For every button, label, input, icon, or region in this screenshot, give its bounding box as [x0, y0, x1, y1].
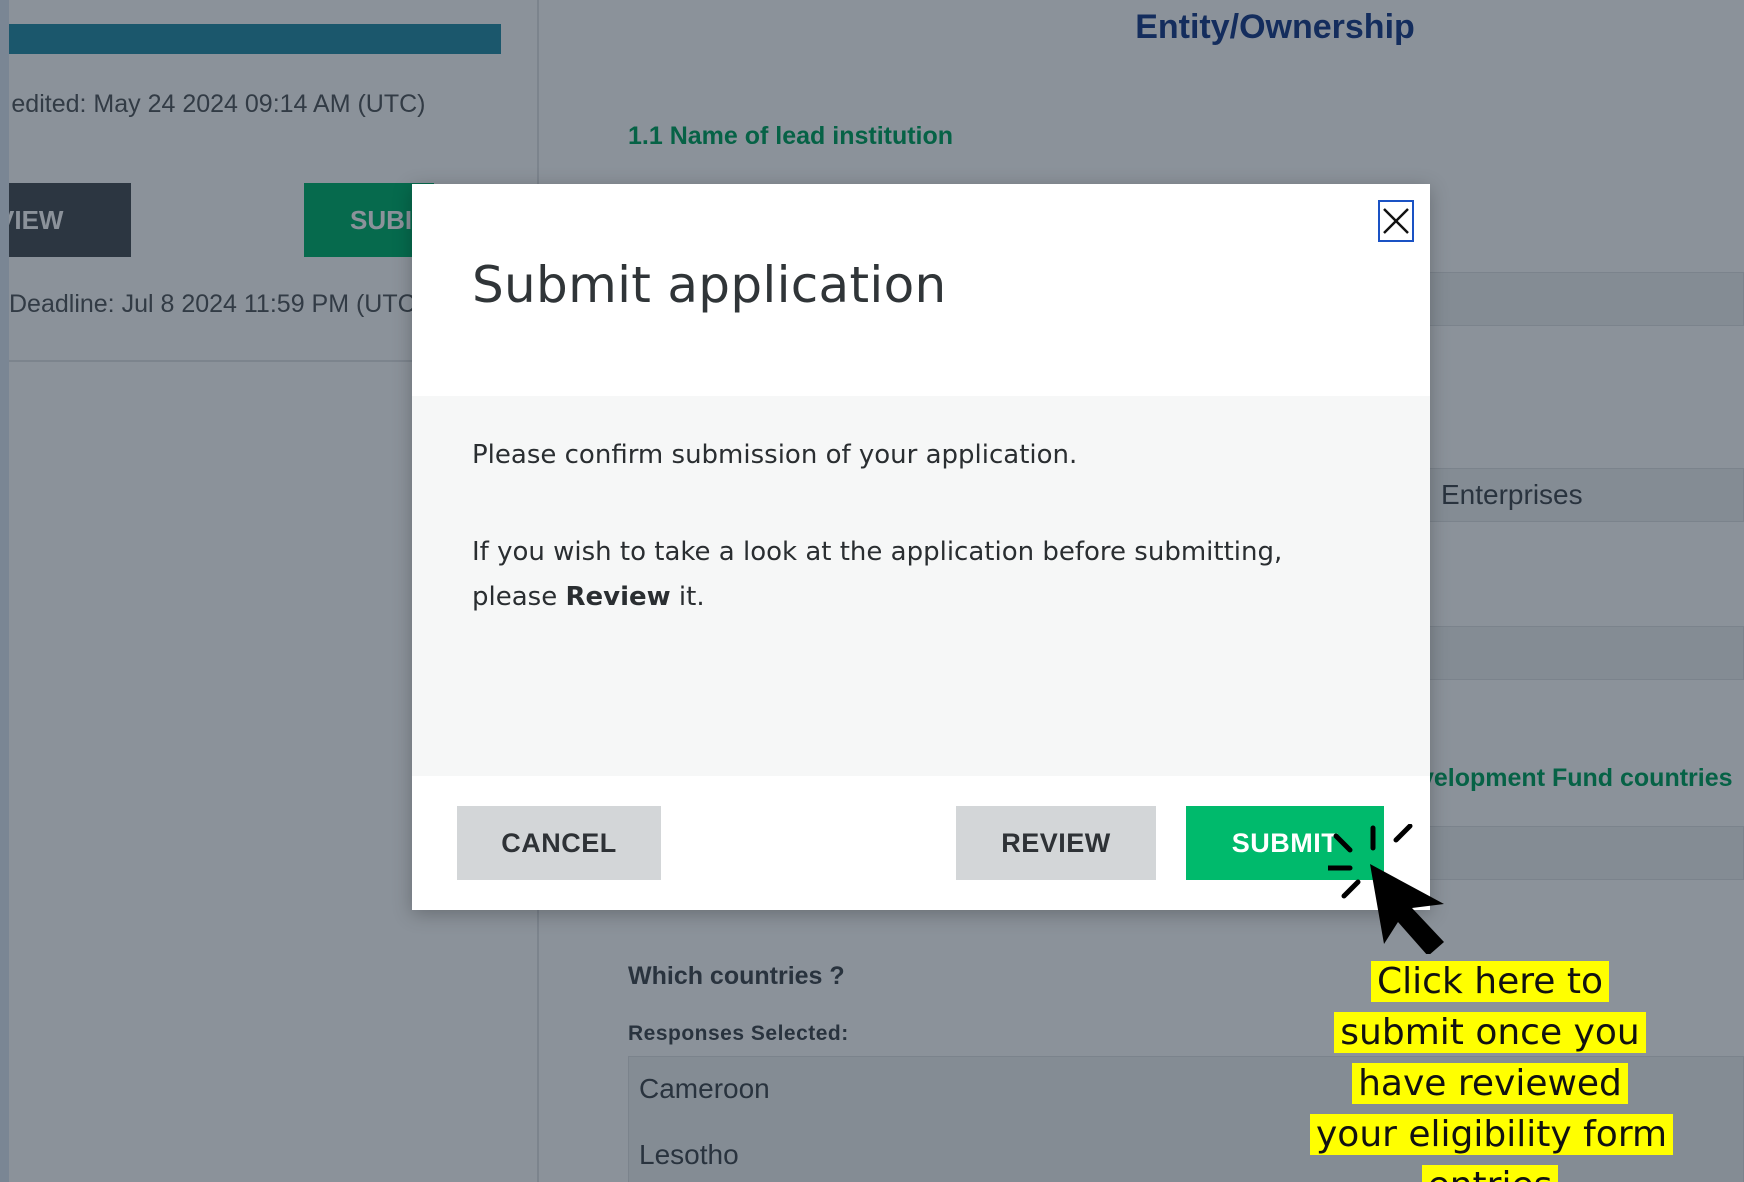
- instruction-callout: Click here to submit once you have revie…: [1310, 956, 1674, 1182]
- review-hint: If you wish to take a look at the applic…: [472, 537, 1283, 612]
- dialog-header: Submit application: [412, 184, 1430, 396]
- submit-dialog: Submit application Please confirm submis…: [412, 184, 1430, 910]
- close-icon: [1383, 208, 1409, 234]
- dialog-footer: CANCEL REVIEW SUBMIT: [412, 776, 1430, 910]
- close-button[interactable]: [1378, 200, 1414, 242]
- cursor-pointer-icon: [1328, 824, 1444, 954]
- review-emphasis: Review: [565, 582, 671, 612]
- review-button[interactable]: REVIEW: [956, 806, 1156, 880]
- dialog-body: Please confirm submission of your applic…: [412, 396, 1430, 776]
- dialog-title: Submit application: [472, 256, 947, 314]
- confirm-message: Please confirm submission of your applic…: [472, 440, 1078, 470]
- cancel-button[interactable]: CANCEL: [457, 806, 661, 880]
